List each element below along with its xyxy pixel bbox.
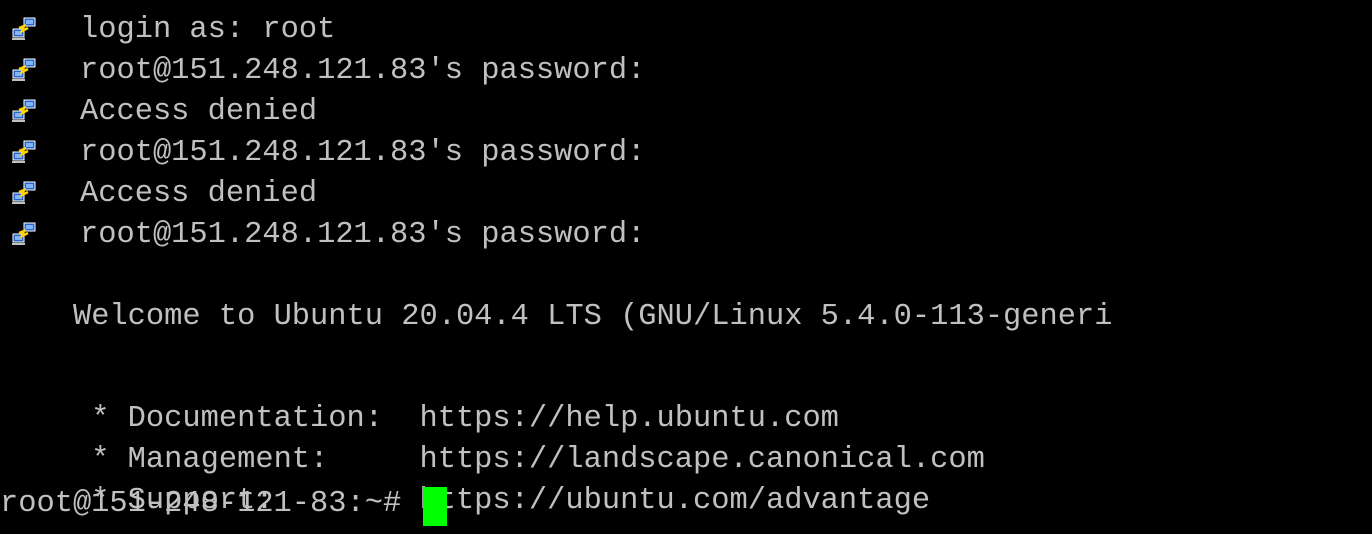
system-message-text: login as: root — [80, 13, 336, 47]
welcome-line: Welcome to Ubuntu 20.04.4 LTS (GNU/Linux… — [0, 256, 1113, 334]
terminal-cursor[interactable] — [423, 487, 448, 526]
shell-prompt-line[interactable]: root@151-248-121-83:~# — [0, 484, 448, 526]
putty-session-icon — [12, 58, 36, 81]
putty-session-icon — [12, 140, 36, 163]
putty-session-icon — [12, 17, 36, 40]
system-message-line: Access denied — [0, 92, 317, 133]
system-message-line: root@151.248.121.83's password: — [0, 133, 645, 174]
system-message-text: root@151.248.121.83's password: — [80, 136, 646, 170]
system-message-line: root@151.248.121.83's password: — [0, 51, 645, 92]
system-message-text: Access denied — [80, 177, 318, 211]
terminal-window[interactable]: login as: root root@151.248.121.83's pas… — [0, 0, 1372, 534]
putty-session-icon — [12, 181, 36, 204]
system-message-line: login as: root — [0, 10, 335, 51]
system-message-text: root@151.248.121.83's password: — [80, 218, 646, 252]
system-message-text: root@151.248.121.83's password: — [80, 54, 646, 88]
shell-prompt: root@151-248-121-83:~# — [0, 487, 402, 521]
system-message-line: Access denied — [0, 174, 317, 215]
welcome-text: Welcome to Ubuntu 20.04.4 LTS (GNU/Linux… — [72, 300, 1113, 334]
putty-session-icon — [12, 99, 36, 122]
info-line-documentation: * Documentation: https://help.ubuntu.com — [0, 358, 839, 436]
system-message-text: Access denied — [80, 95, 318, 129]
system-message-line: root@151.248.121.83's password: — [0, 215, 645, 256]
putty-session-icon — [12, 222, 36, 245]
info-line-management: * Management: https://landscape.canonica… — [0, 399, 985, 477]
info-line-support: * Support: https://ubuntu.com/advantage — [0, 440, 930, 518]
